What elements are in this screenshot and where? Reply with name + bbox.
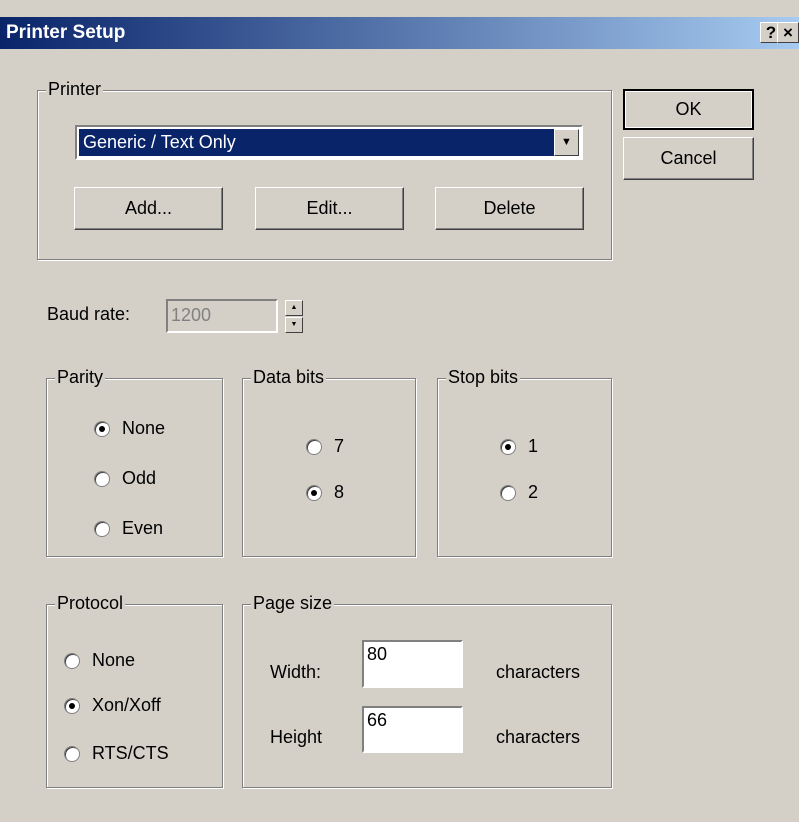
radio-icon xyxy=(306,438,322,455)
stop-bits-2-radio[interactable]: 2 xyxy=(500,482,538,503)
radio-icon xyxy=(64,652,80,669)
radio-icon xyxy=(500,484,516,501)
printer-select-value: Generic / Text Only xyxy=(79,129,554,156)
page-width-field[interactable]: 80 xyxy=(362,640,463,688)
stop-bits-group: Stop bits xyxy=(437,367,612,557)
printer-setup-dialog: Printer Setup ? × Printer Generic / Text… xyxy=(0,0,799,822)
radio-icon xyxy=(64,745,80,762)
baud-rate-up-button[interactable]: ▲ xyxy=(285,300,303,316)
stop-bits-1-radio[interactable]: 1 xyxy=(500,436,538,457)
cancel-button[interactable]: Cancel xyxy=(623,137,754,180)
page-size-group: Page size xyxy=(242,593,612,788)
page-height-unit: characters xyxy=(496,727,581,747)
page-size-legend: Page size xyxy=(251,593,335,614)
printer-group: Printer xyxy=(37,79,612,260)
ok-button[interactable]: OK xyxy=(623,89,754,130)
printer-select[interactable]: Generic / Text Only ▼ xyxy=(75,125,583,160)
parity-legend: Parity xyxy=(55,367,106,388)
radio-selected-icon xyxy=(64,697,80,714)
add-printer-button[interactable]: Add... xyxy=(74,187,223,230)
parity-odd-radio[interactable]: Odd xyxy=(94,468,156,489)
radio-icon xyxy=(94,470,110,487)
radio-selected-icon xyxy=(94,420,110,437)
page-width-unit: characters xyxy=(496,662,581,682)
printer-group-legend: Printer xyxy=(46,79,104,100)
page-width-label: Width: xyxy=(270,662,322,682)
data-bits-8-radio[interactable]: 8 xyxy=(306,482,344,503)
radio-selected-icon xyxy=(306,484,322,501)
window-title: Printer Setup xyxy=(6,22,126,43)
chevron-down-icon[interactable]: ▼ xyxy=(554,129,579,156)
protocol-xon-xoff-radio[interactable]: Xon/Xoff xyxy=(64,695,161,716)
close-button[interactable]: × xyxy=(777,22,799,43)
stop-bits-legend: Stop bits xyxy=(446,367,521,388)
data-bits-legend: Data bits xyxy=(251,367,327,388)
page-height-label: Height xyxy=(270,727,323,747)
baud-rate-field[interactable]: 1200 xyxy=(166,299,278,333)
baud-rate-label: Baud rate: xyxy=(47,304,131,324)
protocol-rts-cts-radio[interactable]: RTS/CTS xyxy=(64,743,169,764)
parity-even-radio[interactable]: Even xyxy=(94,518,163,539)
edit-printer-button[interactable]: Edit... xyxy=(255,187,404,230)
page-height-field[interactable]: 66 xyxy=(362,706,463,753)
protocol-legend: Protocol xyxy=(55,593,126,614)
protocol-none-radio[interactable]: None xyxy=(64,650,135,671)
delete-printer-button[interactable]: Delete xyxy=(435,187,584,230)
baud-rate-down-button[interactable]: ▼ xyxy=(285,317,303,333)
parity-none-radio[interactable]: None xyxy=(94,418,165,439)
data-bits-group: Data bits xyxy=(242,367,416,557)
title-bar[interactable]: Printer Setup ? × xyxy=(0,17,799,49)
radio-selected-icon xyxy=(500,438,516,455)
radio-icon xyxy=(94,520,110,537)
data-bits-7-radio[interactable]: 7 xyxy=(306,436,344,457)
